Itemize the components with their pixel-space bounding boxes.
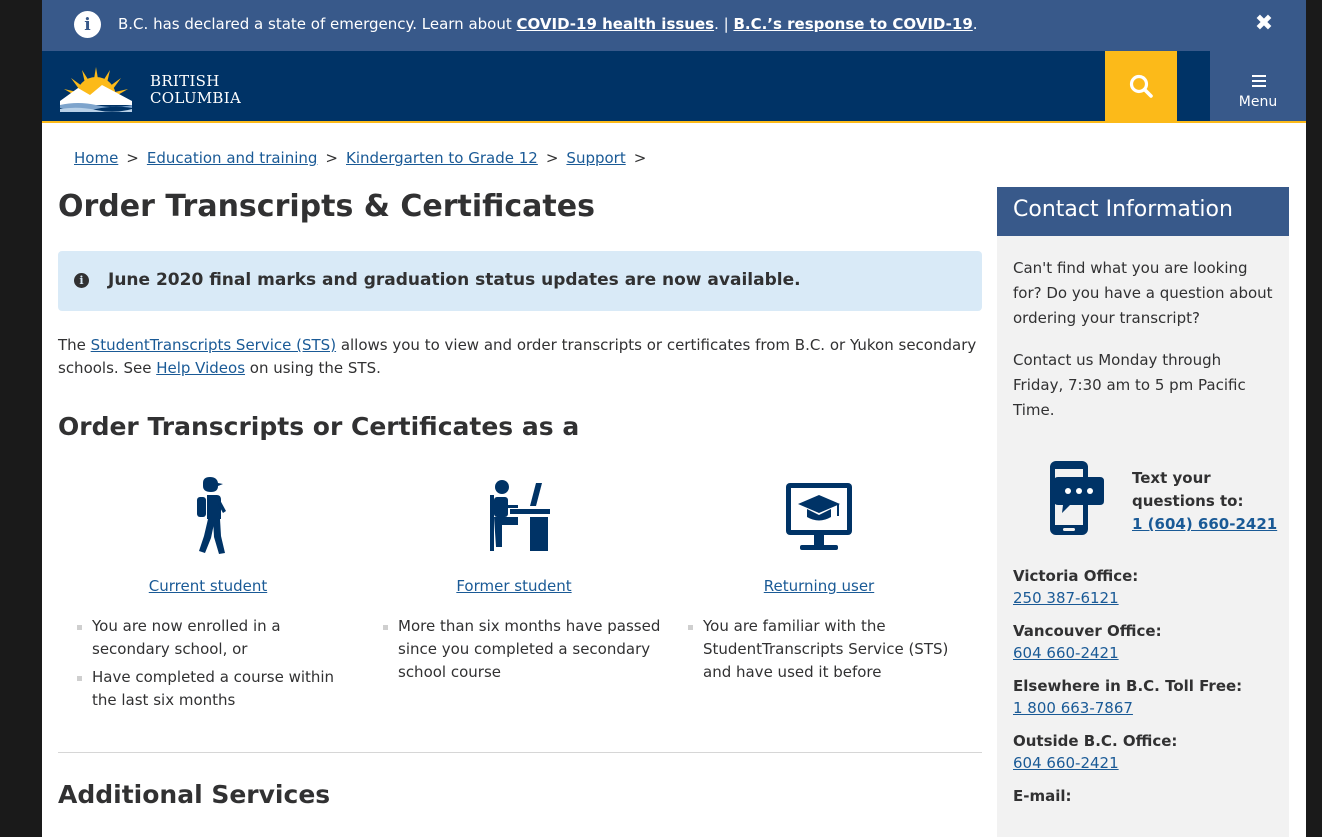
current-student-bullets: You are now enrolled in a secondary scho… [58, 615, 358, 712]
returning-user-card: Returning user You are familiar with the… [669, 473, 969, 689]
list-item: Have completed a course within the last … [58, 666, 358, 712]
breadcrumb-separator: > [545, 149, 559, 167]
intro-paragraph: The StudentTranscripts Service (STS) all… [58, 334, 982, 380]
site-header: BRITISH COLUMBIA Menu [42, 51, 1306, 123]
close-icon[interactable]: ✖ [1252, 11, 1276, 37]
hamburger-icon [1252, 75, 1266, 90]
bc-sun-mountain-icon [60, 67, 132, 112]
icon-wrap [669, 473, 969, 563]
info-alert: i June 2020 final marks and graduation s… [58, 251, 982, 311]
icon-wrap [364, 473, 664, 563]
contact-title: Contact Information [997, 187, 1289, 236]
logo-text: BRITISH COLUMBIA [150, 73, 241, 107]
toll-free-label: Elsewhere in B.C. Toll Free: [1013, 677, 1243, 695]
vancouver-office-phone[interactable]: 604 660-2421 [1013, 642, 1273, 664]
menu-label: Menu [1238, 94, 1278, 110]
returning-user-link[interactable]: Returning user [669, 577, 969, 595]
monitor-graduation-cap-icon [786, 483, 852, 550]
victoria-office-phone[interactable]: 250 387-6121 [1013, 587, 1273, 609]
current-student-link[interactable]: Current student [58, 577, 358, 595]
page-title: Order Transcripts & Certificates [58, 189, 595, 224]
list-item: You are now enrolled in a secondary scho… [58, 615, 358, 661]
breadcrumb-separator: > [325, 149, 338, 167]
breadcrumb-separator: > [126, 149, 139, 167]
returning-user-bullets: You are familiar with the StudentTranscr… [669, 615, 969, 684]
info-icon: i [74, 11, 101, 38]
former-student-link[interactable]: Former student [364, 577, 664, 595]
main-content: Home > Education and training > Kindergarten… [42, 123, 1306, 837]
victoria-office-label: Victoria Office: [1013, 567, 1139, 585]
breadcrumb: Home > Education and training > Kindergarten… [74, 149, 654, 167]
list-item: You are familiar with the StudentTranscr… [669, 615, 969, 684]
student-walking-icon [197, 477, 226, 554]
covid-health-issues-link[interactable]: COVID-19 health issues [517, 15, 715, 33]
breadcrumb-separator: > [633, 149, 647, 167]
info-circle-icon: i [74, 273, 89, 288]
contact-hours: Contact us Monday through Friday, 7:30 a… [1013, 351, 1246, 419]
contact-sidebar: Contact Information Can't find what you … [997, 187, 1289, 837]
intro-suffix: on using the STS. [245, 359, 381, 377]
email-label: E-mail: [1013, 787, 1072, 805]
list-item: More than six months have passed since y… [364, 615, 664, 684]
section-divider [58, 752, 982, 753]
alert-text: June 2020 final marks and graduation sta… [108, 270, 801, 290]
search-button[interactable] [1105, 51, 1177, 121]
text-phone-link[interactable]: 1 (604) 660-2421 [1132, 515, 1277, 533]
text-us-label: Text your questions to: 1 (604) 660-2421 [1132, 467, 1277, 536]
emergency-end: . [972, 15, 978, 33]
search-icon [1129, 74, 1153, 98]
contact-list: Victoria Office: 250 387-6121 Vancouver … [997, 565, 1289, 807]
emergency-separator: . | [714, 15, 734, 33]
text-line-2: questions to: [1132, 492, 1244, 510]
former-student-bullets: More than six months have passed since y… [364, 615, 664, 684]
text-line-1: Text your [1132, 469, 1211, 487]
person-at-desk-icon [490, 480, 550, 551]
additional-services-title: Additional Services [58, 780, 331, 809]
emergency-message: B.C. has declared a state of emergency. … [118, 15, 978, 33]
sts-link[interactable]: StudentTranscripts Service (STS) [91, 336, 336, 354]
breadcrumb-education[interactable]: Education and training [147, 149, 318, 167]
breadcrumb-k12[interactable]: Kindergarten to Grade 12 [346, 149, 538, 167]
emergency-banner: i B.C. has declared a state of emergency… [42, 0, 1306, 51]
mobile-chat-icon [1050, 461, 1104, 535]
former-student-card: Former student More than six months have… [364, 473, 664, 689]
bc-response-covid-link[interactable]: B.C.’s response to COVID-19 [733, 15, 972, 33]
vancouver-office-label: Vancouver Office: [1013, 622, 1162, 640]
emergency-text: B.C. has declared a state of emergency. … [118, 15, 517, 33]
icon-wrap [58, 473, 358, 563]
bc-logo[interactable]: BRITISH COLUMBIA [58, 61, 258, 113]
current-student-card: Current student You are now enrolled in … [58, 473, 358, 717]
intro-prefix: The [58, 336, 91, 354]
outside-bc-phone[interactable]: 604 660-2421 [1013, 752, 1273, 774]
outside-bc-label: Outside B.C. Office: [1013, 732, 1178, 750]
help-videos-link[interactable]: Help Videos [156, 359, 245, 377]
logo-line-2: COLUMBIA [150, 89, 242, 107]
text-us-block: Text your questions to: 1 (604) 660-2421 [997, 457, 1289, 557]
logo-line-1: BRITISH [150, 72, 220, 90]
menu-button[interactable]: Menu [1210, 51, 1306, 121]
breadcrumb-home[interactable]: Home [74, 149, 118, 167]
breadcrumb-support[interactable]: Support [566, 149, 625, 167]
toll-free-phone[interactable]: 1 800 663-7867 [1013, 697, 1273, 719]
browser-page: i B.C. has declared a state of emergency… [42, 0, 1306, 837]
section-title: Order Transcripts or Certificates as a [58, 412, 580, 441]
contact-intro: Can't find what you are looking for? Do … [1013, 259, 1273, 327]
